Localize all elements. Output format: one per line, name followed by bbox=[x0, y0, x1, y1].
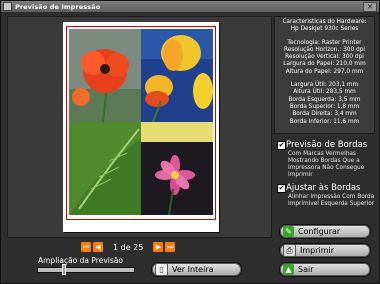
printer-icon: ⎙ bbox=[283, 244, 296, 257]
zoom-label: Ampliação da Previsão bbox=[38, 256, 123, 265]
preview-page bbox=[63, 22, 219, 232]
last-page-button[interactable]: ⏭ bbox=[165, 242, 176, 252]
pagination-bar: ⏮ ◀ 1 de 25 ▶ ⏭ bbox=[81, 241, 177, 253]
exit-button[interactable]: ▲ Sair bbox=[279, 262, 371, 277]
print-button[interactable]: ⎙ Imprimir bbox=[279, 243, 371, 258]
preview-borders-checkbox[interactable]: ✔ bbox=[277, 141, 286, 150]
next-page-icon: ▶ bbox=[155, 243, 162, 251]
vertical-resolution: Resolução Vertical: 300 dpi bbox=[285, 54, 364, 61]
preview-borders-option: ✔ Previsão de Bordas Com Marcas Vermelha… bbox=[277, 140, 377, 180]
adjust-borders-checkbox[interactable]: ✔ bbox=[277, 184, 286, 193]
left-margin: Borda Esquerda: 3,5 mm bbox=[288, 96, 361, 103]
page-icon: ▯ bbox=[155, 263, 168, 276]
zoom-slider-track[interactable] bbox=[37, 267, 135, 273]
first-page-button[interactable]: ⏮ bbox=[81, 242, 91, 252]
right-margin: Borda Direita: 3,4 mm bbox=[292, 111, 357, 118]
printer-model: Hp DeskJet 930c Series bbox=[290, 26, 359, 33]
exit-label: Sair bbox=[298, 265, 314, 274]
first-page-icon: ⏮ bbox=[82, 243, 90, 251]
paper-height: Altura do Papel: 297,0 mm bbox=[285, 68, 364, 75]
checkmark-icon: ✔ bbox=[278, 184, 285, 192]
printer-technology: Tecnologia: Raster Printer bbox=[287, 39, 362, 46]
zoom-slider-thumb[interactable] bbox=[62, 264, 67, 275]
bottom-margin: Borda Inferior: 11,6 mm bbox=[289, 118, 360, 125]
preview-borders-title: Previsão de Bordas bbox=[286, 140, 368, 150]
preview-image-flowers bbox=[69, 29, 213, 215]
hardware-heading: Caracteristicas do Hardware: bbox=[282, 19, 367, 25]
print-label: Imprimir bbox=[300, 246, 335, 255]
previous-page-icon: ◀ bbox=[95, 243, 101, 251]
adjust-borders-option: ✔ Ajustar às Bordas Alinhar Impressão Co… bbox=[277, 183, 377, 217]
title-bar: Previsão de Impressão ✕ bbox=[1, 1, 379, 12]
horizontal-resolution: Resolução Horizon.: 300 dpi bbox=[284, 46, 365, 53]
close-icon: ✕ bbox=[367, 3, 373, 11]
page-indicator: 1 de 25 bbox=[113, 242, 144, 252]
configure-label: Configurar bbox=[298, 227, 341, 236]
app-icon bbox=[3, 2, 12, 11]
adjust-borders-title: Ajustar às Bordas bbox=[286, 183, 361, 193]
view-full-page-button[interactable]: ▯ Ver Inteira bbox=[151, 262, 242, 277]
paper-width: Largura do Papel: 210,0 mm bbox=[283, 61, 366, 68]
printer-info-panel: Caracteristicas do Hardware: Hp DeskJet … bbox=[274, 16, 375, 134]
close-button[interactable]: ✕ bbox=[363, 2, 377, 12]
checkmark-icon: ✔ bbox=[278, 141, 285, 149]
preview-borders-description: Com Marcas Vermelhas Mostrando Bordas Qu… bbox=[288, 151, 365, 178]
wrench-icon: ✎ bbox=[283, 226, 294, 237]
previous-page-button[interactable]: ◀ bbox=[93, 242, 103, 252]
preview-area bbox=[7, 16, 272, 238]
up-arrow-icon: ▲ bbox=[283, 264, 294, 275]
next-page-button[interactable]: ▶ bbox=[153, 242, 164, 252]
top-margin: Borda Superior: 1,8 mm bbox=[289, 103, 360, 110]
print-preview-window: Previsão de Impressão ✕ ⏮ ◀ 1 de 25 ▶ ⏭ … bbox=[0, 0, 380, 284]
usable-height: Altura Útil: 283,5 mm bbox=[293, 89, 356, 96]
window-title: Previsão de Impressão bbox=[15, 2, 101, 11]
adjust-borders-description: Alinhar Impressão Com Borda Imprimivel E… bbox=[288, 194, 375, 207]
configure-button[interactable]: ✎ Configurar bbox=[279, 224, 371, 239]
last-page-icon: ⏭ bbox=[167, 243, 174, 251]
view-full-page-label: Ver Inteira bbox=[172, 265, 214, 274]
